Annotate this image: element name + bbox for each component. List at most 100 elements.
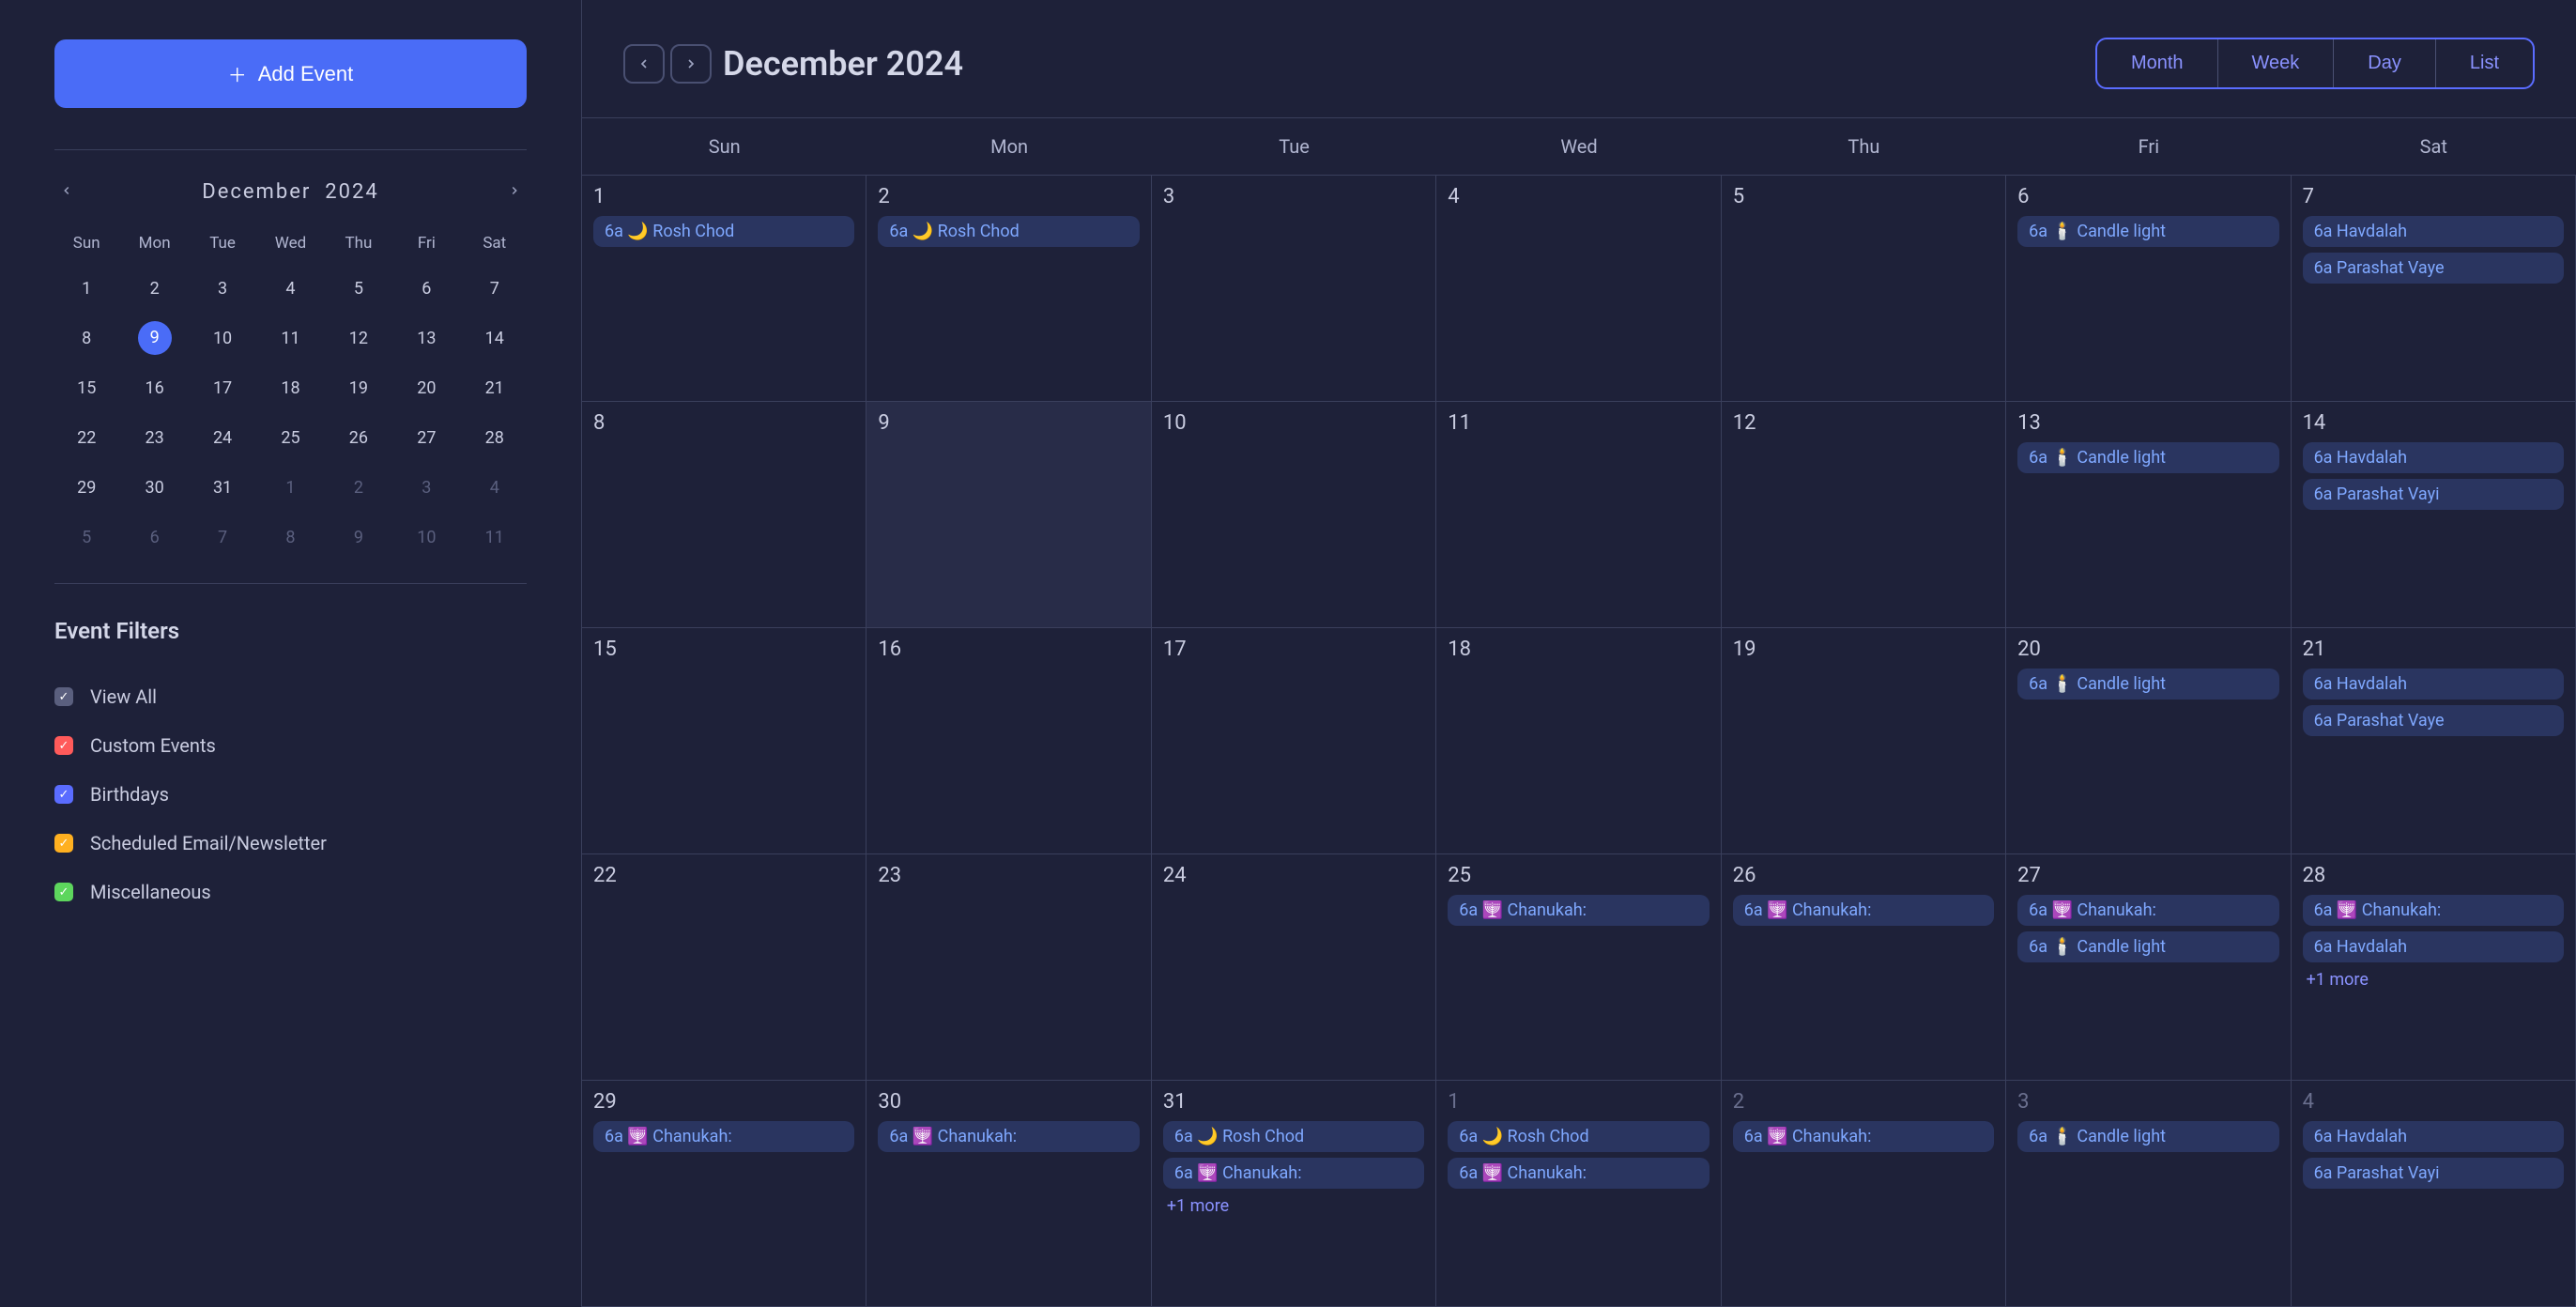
day-cell[interactable]: 12 [1722, 402, 2006, 628]
event-chip[interactable]: 6a 🕎 Chanukah: [1163, 1158, 1424, 1189]
mini-day-cell[interactable]: 6 [122, 515, 186, 561]
filter-checkbox[interactable]: ✓ [54, 883, 73, 901]
mini-day-cell[interactable]: 8 [54, 315, 118, 361]
mini-day-cell[interactable]: 2 [327, 465, 391, 511]
mini-day-cell[interactable]: 9 [327, 515, 391, 561]
event-chip[interactable]: 6a 🕯️ Candle light [2017, 442, 2278, 473]
day-cell[interactable]: 22 [582, 854, 866, 1081]
mini-day-cell[interactable]: 11 [258, 315, 322, 361]
event-chip[interactable]: 6a 🕎 Chanukah: [593, 1121, 854, 1152]
mini-day-cell[interactable]: 19 [327, 365, 391, 411]
event-chip[interactable]: 6a 🕯️ Candle light [2017, 1121, 2278, 1152]
event-chip[interactable]: 6a 🌙 Rosh Chod [593, 216, 854, 247]
event-chip[interactable]: 6a 🕯️ Candle light [2017, 669, 2278, 700]
event-chip[interactable]: 6a Parashat Vaye [2303, 705, 2564, 736]
mini-day-cell[interactable]: 11 [463, 515, 527, 561]
prev-month-button[interactable] [623, 44, 665, 84]
day-cell[interactable]: 11 [1436, 402, 1721, 628]
mini-day-cell[interactable]: 2 [122, 266, 186, 312]
mini-day-cell[interactable]: 1 [258, 465, 322, 511]
event-chip[interactable]: 6a Havdalah [2303, 442, 2564, 473]
day-cell[interactable]: 316a 🌙 Rosh Chod6a 🕎 Chanukah:+1 more [1152, 1081, 1436, 1307]
mini-day-cell[interactable]: 24 [191, 415, 254, 461]
more-events-link[interactable]: +1 more [1163, 1194, 1424, 1218]
day-cell[interactable]: 9 [866, 402, 1151, 628]
mini-day-cell[interactable]: 10 [191, 315, 254, 361]
day-cell[interactable]: 66a 🕯️ Candle light [2006, 176, 2291, 402]
mini-day-cell[interactable]: 18 [258, 365, 322, 411]
mini-day-cell[interactable]: 29 [54, 465, 118, 511]
event-chip[interactable]: 6a Parashat Vayi [2303, 1158, 2564, 1189]
mini-day-cell[interactable]: 12 [327, 315, 391, 361]
mini-day-cell[interactable]: 5 [54, 515, 118, 561]
day-cell[interactable]: 19 [1722, 628, 2006, 854]
mini-day-cell[interactable]: 8 [258, 515, 322, 561]
day-cell[interactable]: 16a 🌙 Rosh Chod6a 🕎 Chanukah: [1436, 1081, 1721, 1307]
mini-day-cell[interactable]: 14 [463, 315, 527, 361]
mini-day-cell[interactable]: 22 [54, 415, 118, 461]
view-day-button[interactable]: Day [2334, 39, 2436, 87]
day-cell[interactable]: 16 [866, 628, 1151, 854]
filter-row[interactable]: ✓Miscellaneous [54, 868, 527, 916]
event-chip[interactable]: 6a Havdalah [2303, 216, 2564, 247]
day-cell[interactable]: 26a 🌙 Rosh Chod [866, 176, 1151, 402]
event-chip[interactable]: 6a 🕯️ Candle light [2017, 216, 2278, 247]
event-chip[interactable]: 6a 🌙 Rosh Chod [1163, 1121, 1424, 1152]
mini-day-cell[interactable]: 7 [463, 266, 527, 312]
filter-checkbox[interactable]: ✓ [54, 785, 73, 804]
day-cell[interactable]: 216a Havdalah6a Parashat Vaye [2292, 628, 2576, 854]
day-cell[interactable]: 16a 🌙 Rosh Chod [582, 176, 866, 402]
mini-day-cell[interactable]: 3 [394, 465, 458, 511]
mini-day-cell[interactable]: 4 [463, 465, 527, 511]
view-week-button[interactable]: Week [2218, 39, 2335, 87]
day-cell[interactable]: 3 [1152, 176, 1436, 402]
mini-day-cell[interactable]: 30 [122, 465, 186, 511]
event-chip[interactable]: 6a 🌙 Rosh Chod [1448, 1121, 1709, 1152]
day-cell[interactable]: 15 [582, 628, 866, 854]
day-cell[interactable]: 46a Havdalah6a Parashat Vayi [2292, 1081, 2576, 1307]
event-chip[interactable]: 6a 🕎 Chanukah: [2017, 895, 2278, 926]
event-chip[interactable]: 6a 🌙 Rosh Chod [878, 216, 1139, 247]
mini-day-cell[interactable]: 27 [394, 415, 458, 461]
mini-day-cell[interactable]: 26 [327, 415, 391, 461]
filter-row[interactable]: ✓Scheduled Email/Newsletter [54, 819, 527, 868]
day-cell[interactable]: 8 [582, 402, 866, 628]
event-chip[interactable]: 6a Havdalah [2303, 1121, 2564, 1152]
event-chip[interactable]: 6a Parashat Vayi [2303, 479, 2564, 510]
mini-day-cell[interactable]: 6 [394, 266, 458, 312]
event-chip[interactable]: 6a 🕎 Chanukah: [1733, 1121, 1994, 1152]
filter-row[interactable]: ✓View All [54, 672, 527, 721]
filter-row[interactable]: ✓Custom Events [54, 721, 527, 770]
day-cell[interactable]: 4 [1436, 176, 1721, 402]
day-cell[interactable]: 266a 🕎 Chanukah: [1722, 854, 2006, 1081]
day-cell[interactable]: 18 [1436, 628, 1721, 854]
view-list-button[interactable]: List [2436, 39, 2533, 87]
event-chip[interactable]: 6a Havdalah [2303, 669, 2564, 700]
filter-row[interactable]: ✓Birthdays [54, 770, 527, 819]
filter-checkbox[interactable]: ✓ [54, 687, 73, 706]
mini-day-cell[interactable]: 3 [191, 266, 254, 312]
next-month-button[interactable] [670, 44, 712, 84]
view-month-button[interactable]: Month [2097, 39, 2218, 87]
day-cell[interactable]: 146a Havdalah6a Parashat Vayi [2292, 402, 2576, 628]
day-cell[interactable]: 5 [1722, 176, 2006, 402]
event-chip[interactable]: 6a 🕎 Chanukah: [1448, 895, 1709, 926]
day-cell[interactable]: 206a 🕯️ Candle light [2006, 628, 2291, 854]
mini-day-cell[interactable]: 13 [394, 315, 458, 361]
day-cell[interactable]: 256a 🕎 Chanukah: [1436, 854, 1721, 1081]
mini-prev-button[interactable] [54, 178, 79, 206]
day-cell[interactable]: 36a 🕯️ Candle light [2006, 1081, 2291, 1307]
mini-day-cell[interactable]: 1 [54, 266, 118, 312]
event-chip[interactable]: 6a 🕎 Chanukah: [1733, 895, 1994, 926]
mini-day-cell[interactable]: 17 [191, 365, 254, 411]
day-cell[interactable]: 17 [1152, 628, 1436, 854]
day-cell[interactable]: 306a 🕎 Chanukah: [866, 1081, 1151, 1307]
day-cell[interactable]: 276a 🕎 Chanukah:6a 🕯️ Candle light [2006, 854, 2291, 1081]
add-event-button[interactable]: ＋ Add Event [54, 39, 527, 108]
mini-day-cell[interactable]: 28 [463, 415, 527, 461]
day-cell[interactable]: 136a 🕯️ Candle light [2006, 402, 2291, 628]
event-chip[interactable]: 6a 🕯️ Candle light [2017, 931, 2278, 962]
mini-day-cell[interactable]: 16 [122, 365, 186, 411]
day-cell[interactable]: 23 [866, 854, 1151, 1081]
day-cell[interactable]: 24 [1152, 854, 1436, 1081]
